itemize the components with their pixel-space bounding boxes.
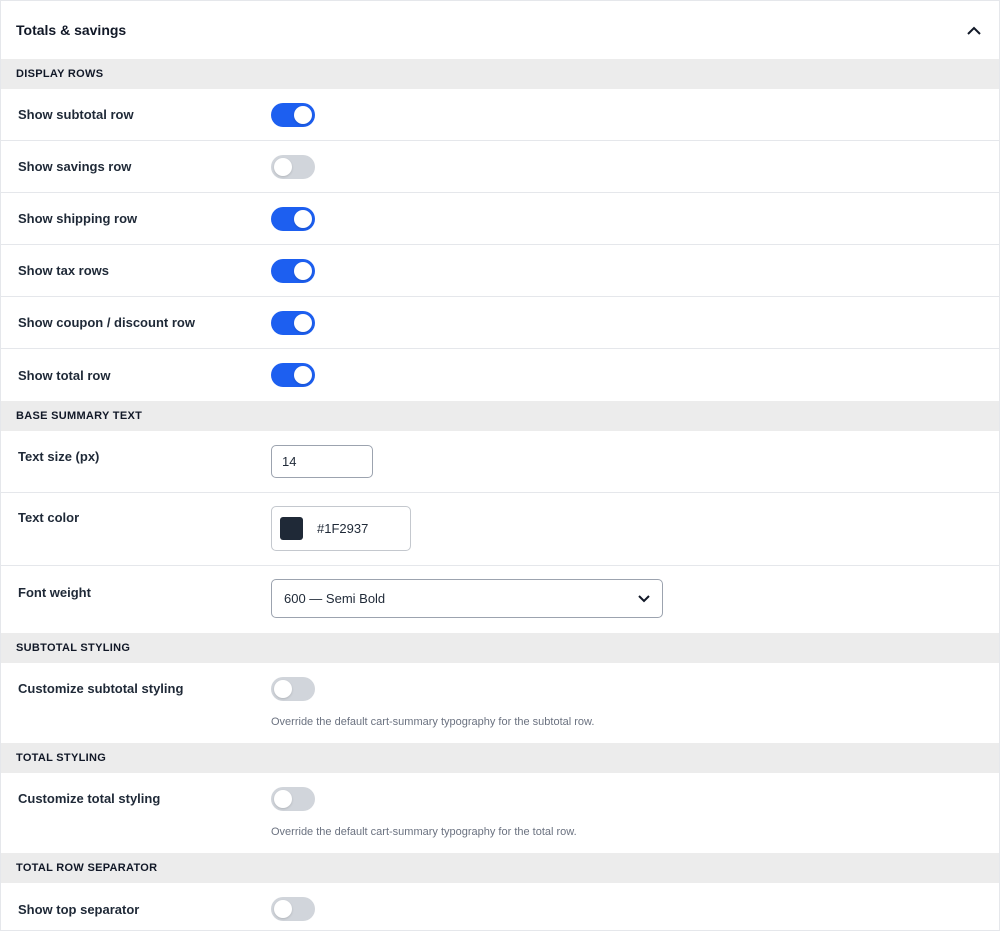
panel-title: Totals & savings xyxy=(16,22,127,38)
setting-label: Show shipping row xyxy=(18,211,138,226)
setting-label: Show top separator xyxy=(18,901,140,917)
toggle-knob xyxy=(274,680,292,698)
show-subtotal-toggle[interactable] xyxy=(271,102,315,127)
setting-label: Text color xyxy=(18,510,80,525)
setting-row-font-weight: Font weight 600 — Semi Bold xyxy=(1,566,999,633)
font-weight-select[interactable]: 600 — Semi Bold xyxy=(271,579,663,618)
help-text: Override the default cart-summary typogr… xyxy=(271,826,577,838)
section-header-subtotal-styling: SUBTOTAL STYLING xyxy=(1,633,999,663)
show-tax-toggle[interactable] xyxy=(271,258,315,283)
setting-row-show-shipping: Show shipping row xyxy=(1,193,999,245)
color-hex-value: #1F2937 xyxy=(317,521,369,536)
setting-row-show-coupon: Show coupon / discount row xyxy=(1,297,999,349)
setting-label: Customize total styling xyxy=(18,791,161,806)
show-top-separator-toggle[interactable] xyxy=(271,897,315,921)
section-header-base-summary-text: BASE SUMMARY TEXT xyxy=(1,401,999,431)
setting-label: Show total row xyxy=(18,367,111,383)
setting-row-text-color: Text color #1F2937 xyxy=(1,493,999,566)
font-weight-selected: 600 — Semi Bold xyxy=(284,591,386,606)
toggle-knob xyxy=(274,900,292,918)
show-total-toggle[interactable] xyxy=(271,363,315,387)
setting-label: Text size (px) xyxy=(18,449,100,464)
panel-header[interactable]: Totals & savings xyxy=(1,1,999,59)
section-header-total-styling: TOTAL STYLING xyxy=(1,743,999,773)
setting-row-show-savings: Show savings row xyxy=(1,141,999,193)
toggle-knob xyxy=(294,261,312,280)
section-header-total-row-separator: TOTAL ROW SEPARATOR xyxy=(1,853,999,883)
setting-row-show-total: Show total row xyxy=(1,349,999,401)
toggle-knob xyxy=(274,157,292,176)
text-color-picker[interactable]: #1F2937 xyxy=(271,506,411,551)
totals-savings-panel: Totals & savings DISPLAY ROWS Show subto… xyxy=(0,0,1000,931)
chevron-up-icon[interactable] xyxy=(964,20,984,40)
setting-row-show-top-separator: Show top separator xyxy=(1,883,999,930)
text-size-input[interactable] xyxy=(271,445,373,478)
setting-label: Font weight xyxy=(18,585,91,600)
toggle-knob xyxy=(274,790,292,808)
show-shipping-toggle[interactable] xyxy=(271,206,315,231)
setting-row-show-subtotal: Show subtotal row xyxy=(1,89,999,141)
help-text: Override the default cart-summary typogr… xyxy=(271,716,595,728)
setting-label: Show tax rows xyxy=(18,263,110,278)
setting-label: Show coupon / discount row xyxy=(18,315,195,330)
show-savings-toggle[interactable] xyxy=(271,154,315,179)
setting-row-show-tax: Show tax rows xyxy=(1,245,999,297)
chevron-down-icon xyxy=(638,591,650,606)
setting-row-customize-total: Customize total styling Override the def… xyxy=(1,773,999,853)
toggle-knob xyxy=(294,105,312,124)
show-coupon-toggle[interactable] xyxy=(271,310,315,335)
section-header-display-rows: DISPLAY ROWS xyxy=(1,59,999,89)
setting-label: Show savings row xyxy=(18,159,132,174)
customize-subtotal-toggle[interactable] xyxy=(271,677,315,701)
toggle-knob xyxy=(294,209,312,228)
customize-total-toggle[interactable] xyxy=(271,787,315,811)
toggle-knob xyxy=(294,313,312,332)
color-swatch xyxy=(280,517,303,540)
setting-row-customize-subtotal: Customize subtotal styling Override the … xyxy=(1,663,999,743)
setting-label: Customize subtotal styling xyxy=(18,681,184,696)
toggle-knob xyxy=(294,366,312,384)
setting-row-text-size: Text size (px) xyxy=(1,431,999,493)
setting-label: Show subtotal row xyxy=(18,107,134,122)
